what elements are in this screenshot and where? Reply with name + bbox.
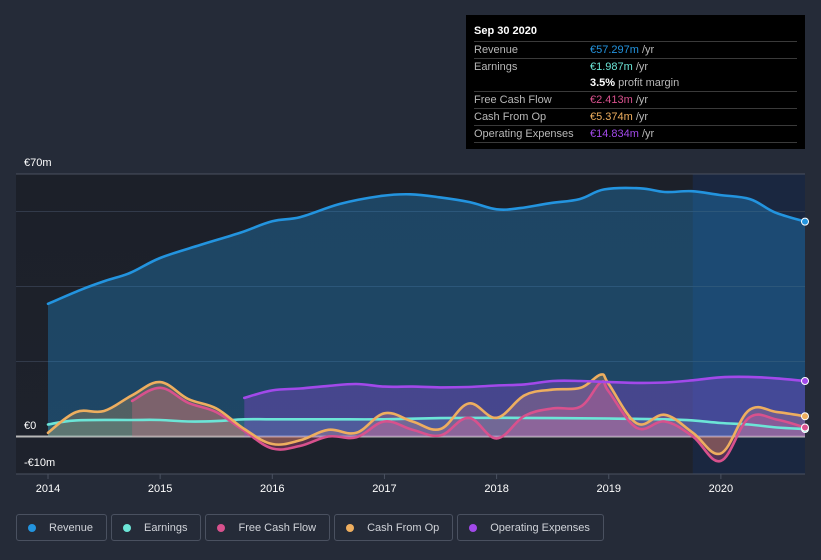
tooltip-unit: /yr [641, 128, 655, 140]
x-tick-label-2017: 2017 [372, 483, 396, 495]
legend-dot-icon [123, 523, 132, 532]
tooltip-unit: /yr [635, 61, 649, 73]
y-tick-label-0: €0 [24, 420, 36, 432]
end-marker-revenue [801, 217, 809, 226]
legend-item-operating-expenses[interactable]: Operating Expenses [457, 514, 604, 541]
tooltip-value: €1.987m [590, 61, 633, 73]
legend-item-cash-from-op[interactable]: Cash From Op [334, 514, 454, 541]
x-tick-label-2020: 2020 [709, 483, 733, 495]
legend-label: Free Cash Flow [238, 521, 317, 534]
legend-label: Operating Expenses [490, 521, 590, 534]
legend-label: Cash From Op [367, 521, 440, 534]
tooltip-label: Free Cash Flow [474, 94, 552, 106]
tooltip-unit: /yr [635, 94, 649, 106]
legend: Revenue Earnings Free Cash Flow Cash Fro… [16, 514, 604, 541]
y-tick-label-neg10m: -€10m [24, 457, 55, 469]
end-marker-cash-from-op [801, 412, 809, 421]
tooltip-row-revenue: Revenue €57.297m /yr [474, 42, 797, 59]
tooltip-row-cash-from-op: Cash From Op €5.374m /yr [474, 109, 797, 126]
x-axis: 2014 2015 2016 2017 2018 2019 2020 [16, 473, 805, 495]
legend-dot-icon [469, 523, 478, 532]
tooltip-value: €2.413m [590, 94, 633, 106]
tooltip-label [474, 75, 590, 91]
tooltip-label: Cash From Op [474, 111, 547, 123]
tooltip-value: €14.834m [590, 128, 639, 140]
legend-label: Revenue [49, 521, 94, 534]
legend-item-revenue[interactable]: Revenue [16, 514, 108, 541]
x-tick-label-2018: 2018 [484, 483, 508, 495]
tooltip-value: €57.297m [590, 44, 639, 56]
end-marker-operating-expenses [801, 377, 809, 385]
tooltip-row-earnings: Earnings €1.987m /yr [474, 59, 797, 75]
tooltip-row-free-cash-flow: Free Cash Flow €2.413m /yr [474, 92, 797, 109]
legend-item-free-cash-flow[interactable]: Free Cash Flow [205, 514, 331, 541]
tooltip-label: Operating Expenses [474, 128, 574, 140]
tooltip-panel: Sep 30 2020 Revenue €57.297m /yr Earning… [466, 15, 805, 149]
tooltip-label: Revenue [474, 44, 519, 56]
x-tick-label-2014: 2014 [36, 483, 60, 495]
legend-item-earnings[interactable]: Earnings [111, 514, 202, 541]
tooltip-label: Earnings [474, 61, 518, 73]
y-tick-label-70m: €70m [24, 157, 52, 169]
tooltip-unit: /yr [635, 111, 649, 123]
x-tick-label-2016: 2016 [260, 483, 284, 495]
legend-dot-icon [28, 523, 36, 532]
x-tick-label-2019: 2019 [596, 483, 620, 495]
tooltip-value: €5.374m [590, 111, 633, 123]
profit-margin-text: profit margin [618, 77, 680, 89]
legend-dot-icon [217, 523, 226, 532]
tooltip-unit: /yr [641, 44, 655, 56]
x-tick-label-2015: 2015 [148, 483, 172, 495]
profit-margin-value: 3.5% [590, 77, 616, 89]
tooltip-row-operating-expenses: Operating Expenses €14.834m /yr [474, 126, 797, 143]
legend-label: Earnings [144, 521, 188, 534]
tooltip-row-profit-margin: 3.5% profit margin [474, 75, 797, 92]
tooltip-date: Sep 30 2020 [474, 23, 797, 42]
legend-dot-icon [346, 523, 355, 532]
end-marker-free-cash-flow [801, 423, 809, 432]
